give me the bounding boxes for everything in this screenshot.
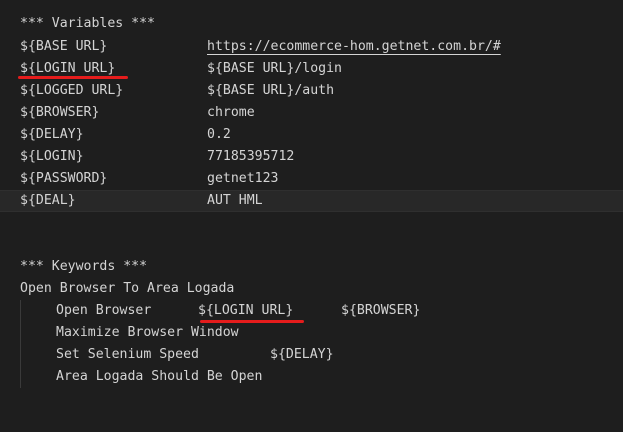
step-argument: ${DELAY}: [270, 347, 334, 362]
base-url-link[interactable]: https://ecommerce-hom.getnet.com.br/#: [207, 36, 501, 58]
variable-value: ${BASE URL}/login: [207, 61, 342, 76]
variable-row[interactable]: ${LOGIN} 77185395712: [0, 146, 623, 168]
step-keyword: Set Selenium Speed: [56, 347, 199, 362]
step-keyword: Area Logada Should Be Open: [56, 369, 263, 384]
variable-value: chrome: [207, 105, 255, 120]
code-line[interactable]: *** Keywords ***: [0, 256, 623, 278]
step-keyword: Maximize Browser Window: [56, 325, 239, 340]
variable-value: ${BASE URL}/auth: [207, 83, 335, 98]
variable-value: AUT HML: [207, 193, 263, 208]
keyword-step[interactable]: Area Logada Should Be Open: [0, 366, 623, 388]
variable-row[interactable]: ${PASSWORD} getnet123: [0, 168, 623, 190]
annotation-underline: [200, 320, 304, 323]
variables-section-header: *** Variables ***: [20, 16, 155, 31]
keywords-section-header: *** Keywords ***: [20, 259, 148, 274]
current-line[interactable]: ${DEAL} AUT HML: [0, 190, 623, 212]
variable-value: 77185395712: [207, 149, 295, 164]
keyword-step[interactable]: Set Selenium Speed ${DELAY}: [0, 344, 623, 366]
variable-name: ${BASE URL}: [20, 39, 108, 54]
variable-name: ${BROWSER}: [20, 105, 100, 120]
variable-row[interactable]: ${LOGGED URL} ${BASE URL}/auth: [0, 80, 623, 102]
variable-value: getnet123: [207, 171, 279, 186]
annotation-underline: [18, 76, 128, 79]
variable-name: ${LOGGED URL}: [20, 83, 124, 98]
variable-row[interactable]: ${BROWSER} chrome: [0, 102, 623, 124]
code-editor[interactable]: *** Variables *** ${BASE URL} https://ec…: [0, 0, 623, 405]
code-line[interactable]: Open Browser To Area Logada: [0, 278, 623, 300]
step-argument: ${BROWSER}: [341, 303, 421, 318]
keyword-step[interactable]: Maximize Browser Window: [0, 322, 623, 344]
variable-name: ${LOGIN}: [20, 149, 84, 164]
variable-row[interactable]: ${DELAY} 0.2: [0, 124, 623, 146]
keyword-definition-name: Open Browser To Area Logada: [20, 281, 235, 296]
code-line[interactable]: *** Variables ***: [0, 13, 623, 35]
variable-name: ${PASSWORD}: [20, 171, 108, 186]
keyword-step[interactable]: Open Browser ${LOGIN URL} ${BROWSER}: [0, 300, 623, 322]
step-argument: ${LOGIN URL}: [198, 303, 294, 318]
variable-name: ${DELAY}: [20, 127, 84, 142]
variable-name: ${DEAL}: [20, 193, 76, 208]
variable-row[interactable]: ${BASE URL} https://ecommerce-hom.getnet…: [0, 36, 623, 58]
step-keyword: Open Browser: [56, 303, 152, 318]
variable-value: 0.2: [207, 127, 231, 142]
